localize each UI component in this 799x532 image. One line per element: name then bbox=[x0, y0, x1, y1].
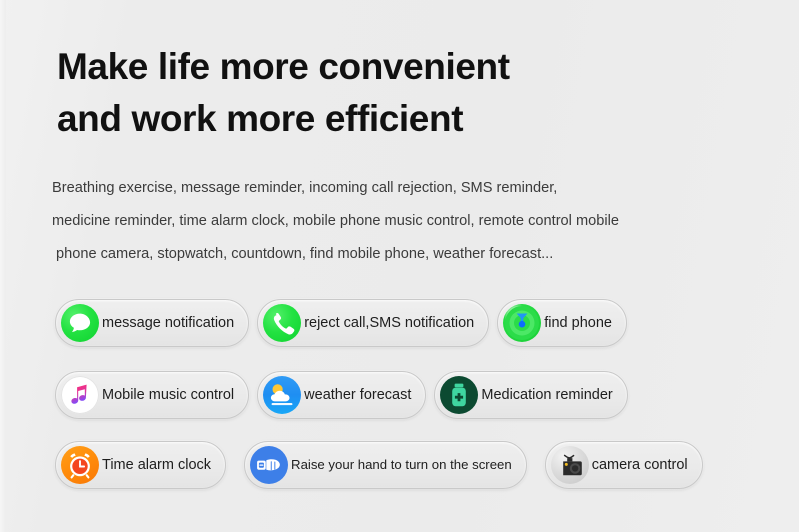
raise-hand-wrist-icon bbox=[250, 446, 289, 484]
feature-badge-mobile-music-control[interactable]: Mobile music control bbox=[55, 371, 250, 419]
feature-row-2: Mobile music control weather forecast Me… bbox=[55, 371, 628, 419]
feature-badge-message-notification[interactable]: message notification bbox=[55, 299, 250, 347]
description-line-3: phone camera, stopwatch, countdown, find… bbox=[56, 246, 554, 262]
feature-badge-label: Mobile music control bbox=[102, 386, 235, 403]
find-phone-radar-icon bbox=[503, 304, 542, 342]
feature-description: Breathing exercise, message reminder, in… bbox=[52, 172, 762, 271]
feature-badge-weather-forecast[interactable]: weather forecast bbox=[257, 371, 427, 419]
music-note-icon bbox=[61, 376, 99, 414]
message-bubble-icon bbox=[61, 304, 99, 342]
description-line-1: Breathing exercise, message reminder, in… bbox=[52, 180, 558, 196]
feature-row-1: message notification reject call,SMS not… bbox=[55, 299, 627, 347]
feature-badge-label: camera control bbox=[591, 456, 688, 473]
feature-badge-label: reject call,SMS notification bbox=[304, 314, 475, 331]
camera-icon bbox=[550, 446, 589, 484]
feature-badge-label: Time alarm clock bbox=[102, 456, 212, 473]
feature-badge-reject-call[interactable]: reject call,SMS notification bbox=[257, 299, 490, 347]
feature-badge-medication-reminder[interactable]: Medication reminder bbox=[434, 371, 628, 419]
page-title: Make life more convenient and work more … bbox=[57, 41, 737, 145]
feature-row-3: Time alarm clock Raise your hand to turn… bbox=[55, 441, 703, 489]
page-left-edge bbox=[0, 0, 6, 532]
headline-line-1: Make life more convenient bbox=[57, 46, 510, 87]
promo-page: Make life more convenient and work more … bbox=[0, 0, 799, 532]
feature-badge-time-alarm-clock[interactable]: Time alarm clock bbox=[55, 441, 227, 489]
alarm-clock-icon bbox=[61, 446, 99, 484]
feature-badge-raise-hand[interactable]: Raise your hand to turn on the screen bbox=[244, 441, 527, 489]
feature-badge-label: Raise your hand to turn on the screen bbox=[291, 457, 512, 473]
feature-badge-label: message notification bbox=[102, 314, 235, 331]
description-line-2: medicine reminder, time alarm clock, mob… bbox=[52, 213, 619, 229]
feature-badge-find-phone[interactable]: find phone bbox=[497, 299, 627, 347]
phone-handset-icon bbox=[263, 304, 302, 342]
pill-bottle-icon bbox=[440, 376, 479, 414]
feature-badge-label: weather forecast bbox=[304, 386, 412, 403]
feature-badge-label: find phone bbox=[544, 314, 612, 331]
headline-line-2: and work more efficient bbox=[57, 98, 464, 139]
feature-badge-label: Medication reminder bbox=[481, 386, 613, 403]
sun-cloud-icon bbox=[263, 376, 302, 414]
feature-badge-camera-control[interactable]: camera control bbox=[544, 441, 703, 489]
